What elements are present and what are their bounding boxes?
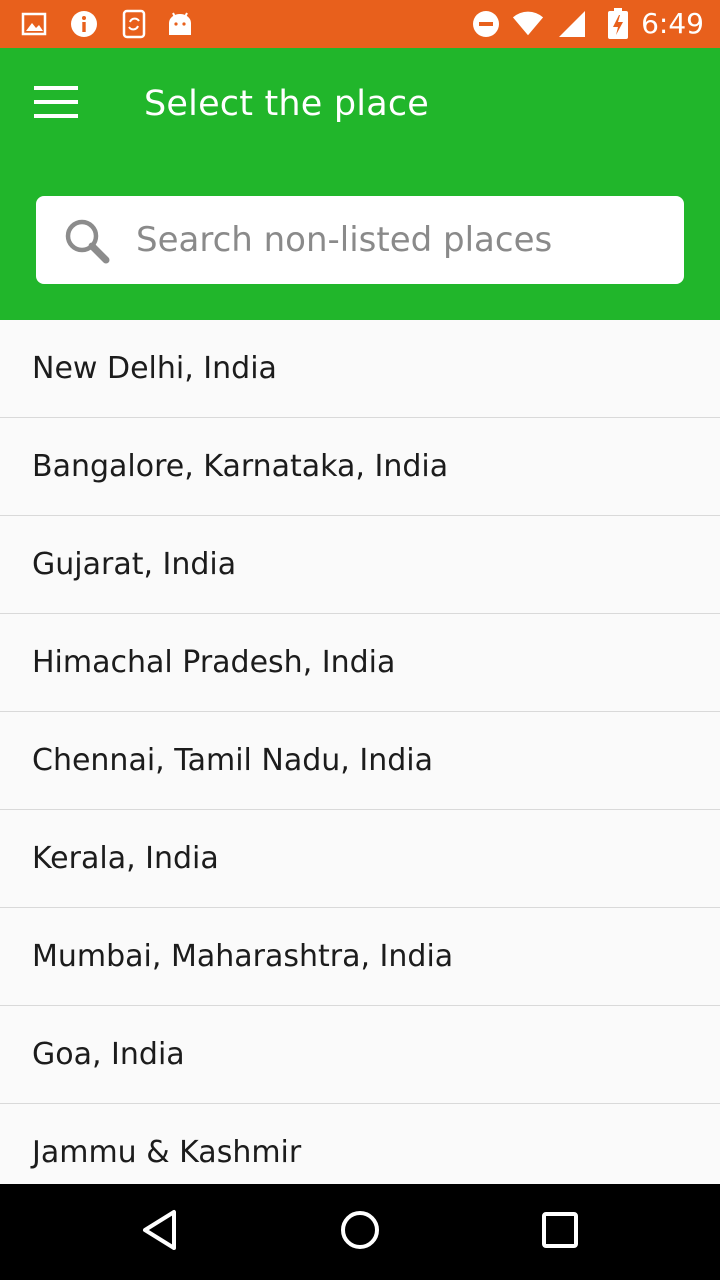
search-icon xyxy=(62,216,112,266)
do-not-disturb-icon xyxy=(470,8,502,40)
place-label: Bangalore, Karnataka, India xyxy=(32,449,449,484)
navigation-bar xyxy=(0,1184,720,1280)
app-bar: Select the place xyxy=(0,48,720,320)
back-icon xyxy=(140,1208,180,1256)
image-icon xyxy=(18,8,50,40)
place-label: Mumbai, Maharashtra, India xyxy=(32,939,454,974)
list-item[interactable]: Jammu & Kashmir xyxy=(0,1104,720,1184)
wifi-icon xyxy=(512,8,544,40)
list-item[interactable]: Bangalore, Karnataka, India xyxy=(0,418,720,516)
home-icon xyxy=(339,1209,381,1255)
list-item[interactable]: Goa, India xyxy=(0,1006,720,1104)
search-box[interactable] xyxy=(36,196,684,284)
place-label: New Delhi, India xyxy=(32,351,277,386)
list-item[interactable]: Gujarat, India xyxy=(0,516,720,614)
battery-charging-icon xyxy=(602,8,634,40)
recents-icon xyxy=(540,1210,580,1254)
back-button[interactable] xyxy=(132,1204,188,1260)
place-list: New Delhi, India Bangalore, Karnataka, I… xyxy=(0,320,720,1184)
search-input[interactable] xyxy=(136,210,656,270)
status-time: 6:49 xyxy=(641,7,704,40)
place-label: Kerala, India xyxy=(32,841,219,876)
list-item[interactable]: Kerala, India xyxy=(0,810,720,908)
hamburger-menu-icon xyxy=(32,84,80,124)
place-label: Gujarat, India xyxy=(32,547,237,582)
recents-button[interactable] xyxy=(532,1204,588,1260)
list-item[interactable]: Himachal Pradesh, India xyxy=(0,614,720,712)
place-label: Chennai, Tamil Nadu, India xyxy=(32,743,433,778)
list-item[interactable]: Chennai, Tamil Nadu, India xyxy=(0,712,720,810)
list-item[interactable]: New Delhi, India xyxy=(0,320,720,418)
page-title: Select the place xyxy=(144,84,430,124)
home-button[interactable] xyxy=(332,1204,388,1260)
sync-phone-icon xyxy=(118,8,150,40)
android-icon xyxy=(164,8,196,40)
place-label: Goa, India xyxy=(32,1037,185,1072)
status-bar: 6:49 xyxy=(0,0,720,48)
place-label: Himachal Pradesh, India xyxy=(32,645,396,680)
place-label: Jammu & Kashmir xyxy=(32,1135,302,1170)
menu-button[interactable] xyxy=(20,72,92,136)
cell-signal-icon xyxy=(556,8,588,40)
info-icon xyxy=(68,8,100,40)
list-item[interactable]: Mumbai, Maharashtra, India xyxy=(0,908,720,1006)
